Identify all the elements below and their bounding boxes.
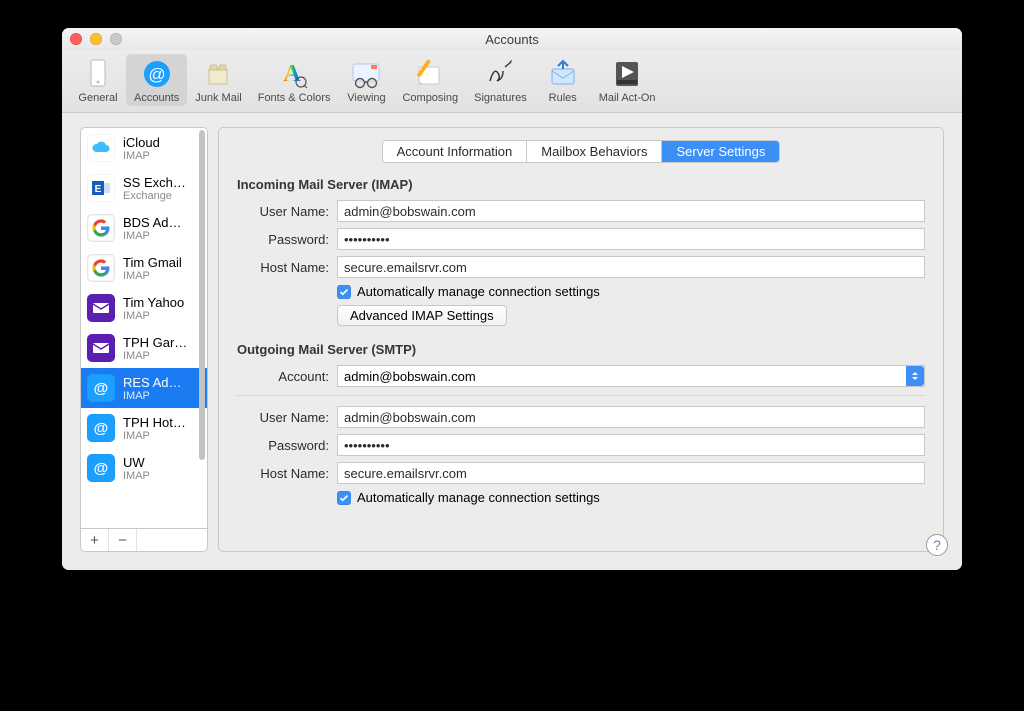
minimize-button[interactable] bbox=[90, 33, 102, 45]
toolbar-viewing[interactable]: Viewing bbox=[338, 54, 394, 106]
add-account-button[interactable]: + bbox=[81, 529, 109, 551]
accounts-list[interactable]: iCloudIMAP E SS Exch…Exchange BDS Ad…IMA… bbox=[80, 127, 208, 529]
composing-icon bbox=[414, 58, 446, 90]
svg-text:A: A bbox=[283, 61, 301, 87]
outgoing-auto-checkbox[interactable] bbox=[337, 491, 351, 505]
window-title: Accounts bbox=[485, 32, 538, 47]
account-row[interactable]: E SS Exch…Exchange bbox=[81, 168, 207, 208]
settings-tabs: Account Information Mailbox Behaviors Se… bbox=[237, 140, 925, 163]
account-row[interactable]: Tim YahooIMAP bbox=[81, 288, 207, 328]
outgoing-host-label: Host Name: bbox=[237, 466, 337, 481]
toolbar-junkmail[interactable]: Junk Mail bbox=[187, 54, 249, 106]
popup-arrows-icon bbox=[906, 366, 924, 386]
at-icon: @ bbox=[87, 414, 115, 442]
sidebar-footer: + − bbox=[80, 529, 208, 552]
svg-text:E: E bbox=[95, 184, 102, 195]
titlebar: Accounts bbox=[62, 28, 962, 50]
yahoo-icon bbox=[87, 334, 115, 362]
tab-server-settings[interactable]: Server Settings bbox=[662, 141, 779, 162]
outgoing-header: Outgoing Mail Server (SMTP) bbox=[237, 342, 925, 357]
account-row[interactable]: Tim GmailIMAP bbox=[81, 248, 207, 288]
incoming-auto-label: Automatically manage connection settings bbox=[357, 284, 600, 299]
junk-mail-icon bbox=[202, 58, 234, 90]
fonts-colors-icon: A bbox=[278, 58, 310, 90]
toolbar-general[interactable]: General bbox=[70, 54, 126, 106]
help-button[interactable]: ? bbox=[926, 534, 948, 556]
svg-text:@: @ bbox=[148, 65, 165, 84]
settings-pane: Account Information Mailbox Behaviors Se… bbox=[218, 127, 944, 552]
outgoing-account-label: Account: bbox=[237, 369, 337, 384]
incoming-password-input[interactable] bbox=[337, 228, 925, 250]
close-button[interactable] bbox=[70, 33, 82, 45]
outgoing-auto-label: Automatically manage connection settings bbox=[357, 490, 600, 505]
separator bbox=[237, 395, 925, 396]
accounts-sidebar: iCloudIMAP E SS Exch…Exchange BDS Ad…IMA… bbox=[80, 127, 208, 552]
outgoing-host-input[interactable] bbox=[337, 462, 925, 484]
toolbar: General @ Accounts Junk Mail A Fonts & C… bbox=[62, 50, 962, 113]
toolbar-fonts-colors[interactable]: A Fonts & Colors bbox=[250, 54, 339, 106]
toolbar-rules[interactable]: Rules bbox=[535, 54, 591, 106]
yahoo-icon bbox=[87, 294, 115, 322]
content: iCloudIMAP E SS Exch…Exchange BDS Ad…IMA… bbox=[62, 113, 962, 570]
incoming-username-input[interactable] bbox=[337, 200, 925, 222]
outgoing-account-popup[interactable]: admin@bobswain.com bbox=[337, 365, 925, 387]
google-icon bbox=[87, 254, 115, 282]
account-row[interactable]: BDS Ad…IMAP bbox=[81, 208, 207, 248]
icloud-icon bbox=[87, 134, 115, 162]
signatures-icon bbox=[484, 58, 516, 90]
at-icon: @ bbox=[87, 374, 115, 402]
general-icon bbox=[82, 58, 114, 90]
traffic-lights bbox=[70, 33, 122, 45]
mail-act-on-icon bbox=[611, 58, 643, 90]
account-row[interactable]: iCloudIMAP bbox=[81, 128, 207, 168]
toolbar-accounts[interactable]: @ Accounts bbox=[126, 54, 187, 106]
account-row[interactable]: TPH Gar…IMAP bbox=[81, 328, 207, 368]
tab-mailbox-behaviors[interactable]: Mailbox Behaviors bbox=[527, 141, 662, 162]
incoming-username-label: User Name: bbox=[237, 204, 337, 219]
toolbar-signatures[interactable]: Signatures bbox=[466, 54, 535, 106]
rules-icon bbox=[547, 58, 579, 90]
exchange-icon: E bbox=[87, 174, 115, 202]
remove-account-button[interactable]: − bbox=[109, 529, 137, 551]
advanced-imap-button[interactable]: Advanced IMAP Settings bbox=[337, 305, 507, 326]
toolbar-mail-act-on[interactable]: Mail Act-On bbox=[591, 54, 664, 106]
incoming-host-input[interactable] bbox=[337, 256, 925, 278]
preferences-window: Accounts General @ Accounts Junk Mail A … bbox=[62, 28, 962, 570]
account-row[interactable]: @ TPH Hot…IMAP bbox=[81, 408, 207, 448]
incoming-host-label: Host Name: bbox=[237, 260, 337, 275]
accounts-icon: @ bbox=[141, 58, 173, 90]
toolbar-composing[interactable]: Composing bbox=[394, 54, 466, 106]
incoming-header: Incoming Mail Server (IMAP) bbox=[237, 177, 925, 192]
account-row[interactable]: @ RES Ad…IMAP bbox=[81, 368, 207, 408]
tab-account-information[interactable]: Account Information bbox=[383, 141, 528, 162]
viewing-icon bbox=[350, 58, 382, 90]
incoming-password-label: Password: bbox=[237, 232, 337, 247]
outgoing-username-input[interactable] bbox=[337, 406, 925, 428]
scrollbar[interactable] bbox=[199, 130, 205, 460]
maximize-button[interactable] bbox=[110, 33, 122, 45]
outgoing-username-label: User Name: bbox=[237, 410, 337, 425]
at-icon: @ bbox=[87, 454, 115, 482]
google-icon bbox=[87, 214, 115, 242]
outgoing-password-input[interactable] bbox=[337, 434, 925, 456]
incoming-auto-checkbox[interactable] bbox=[337, 285, 351, 299]
account-row[interactable]: @ UWIMAP bbox=[81, 448, 207, 488]
outgoing-password-label: Password: bbox=[237, 438, 337, 453]
